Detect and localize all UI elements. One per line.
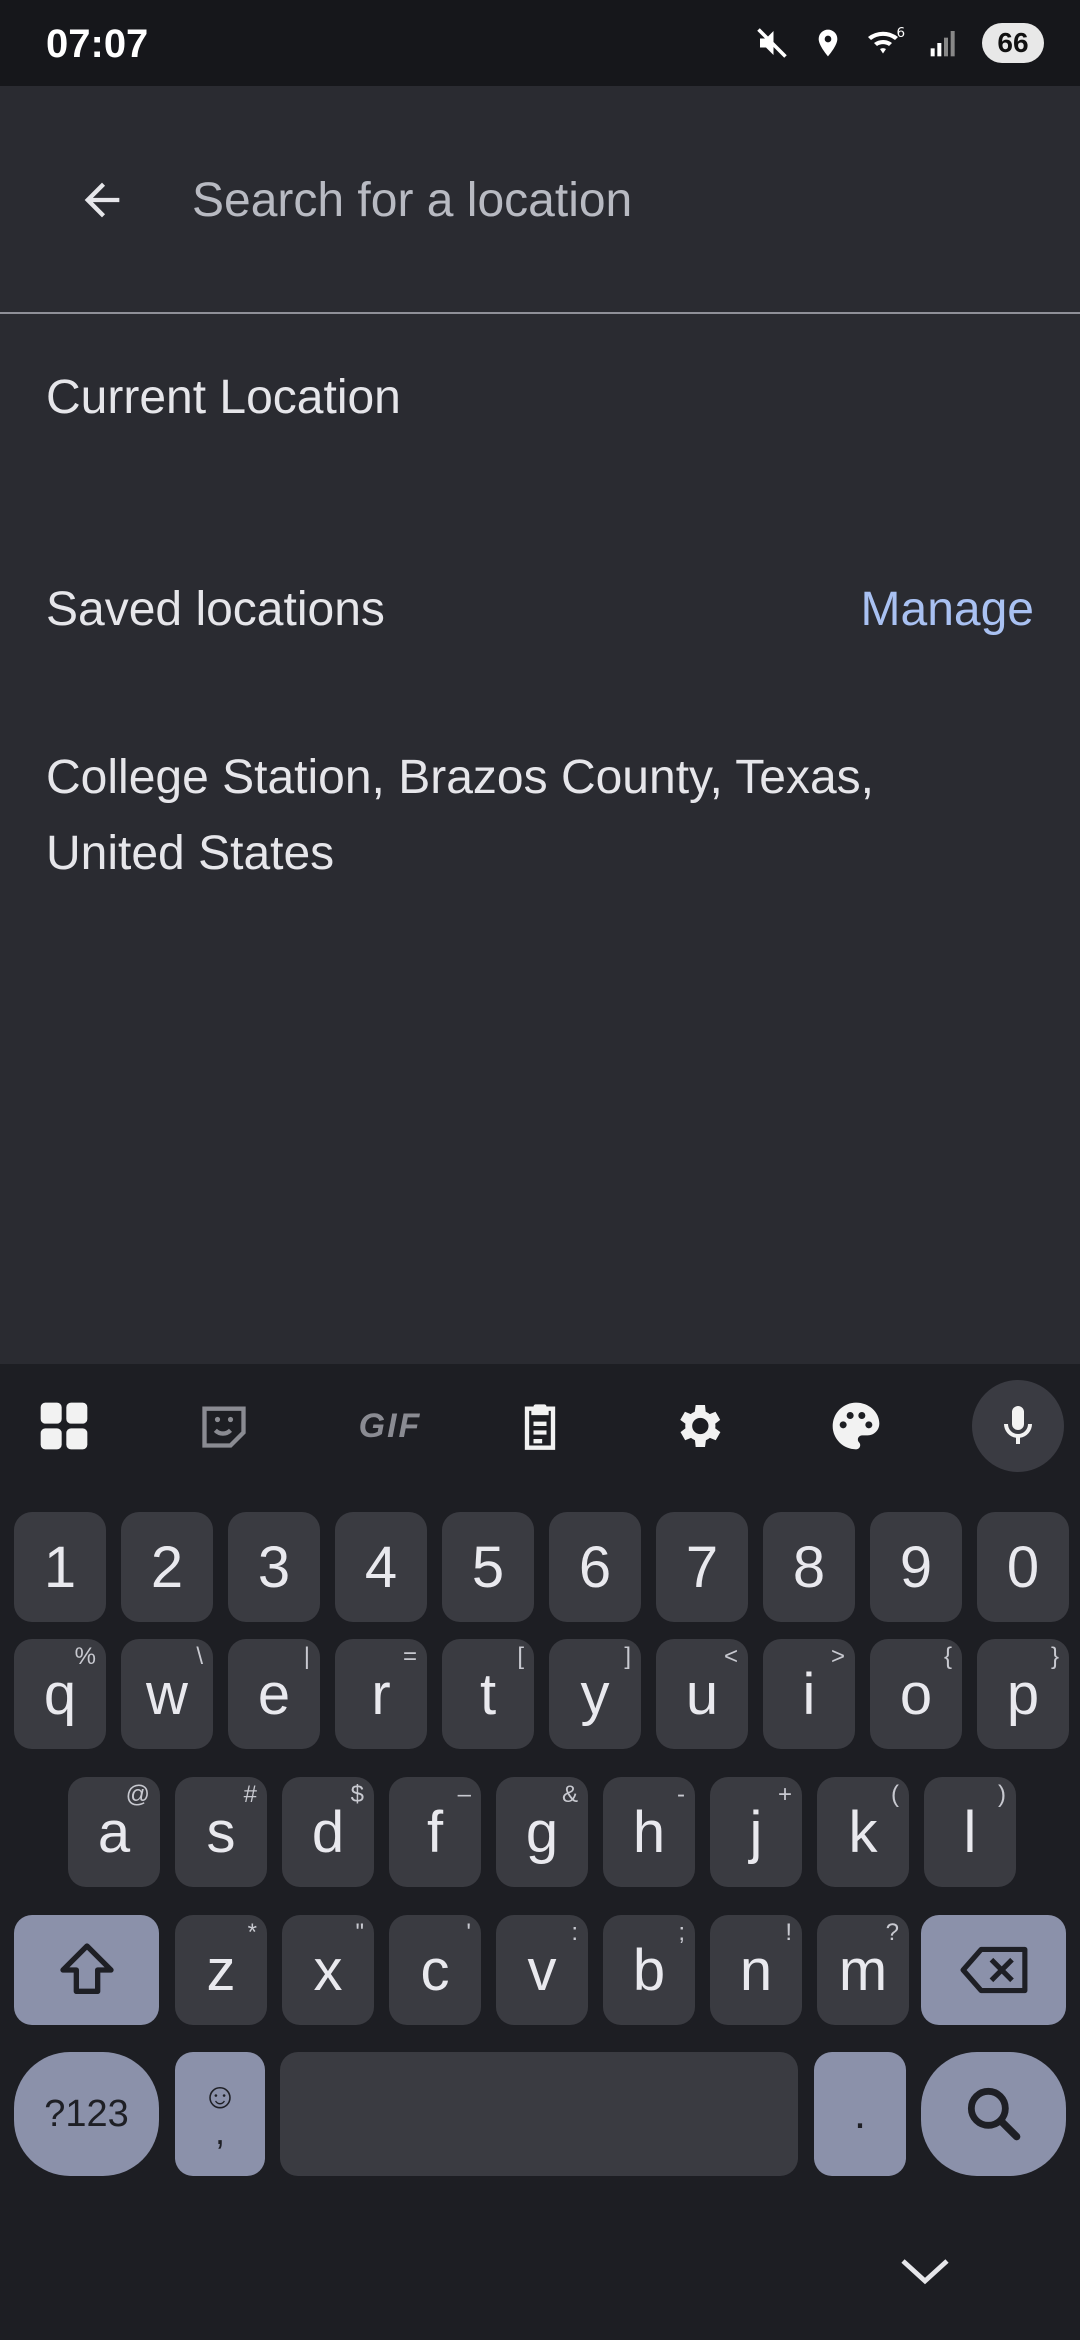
key-v[interactable]: v: — [496, 1915, 588, 2025]
key-3[interactable]: 3 — [228, 1512, 320, 1622]
symbols-key[interactable]: ?123 — [14, 2052, 159, 2176]
key-e[interactable]: e | — [228, 1639, 320, 1749]
key-x[interactable]: x " — [282, 1915, 374, 2025]
key-b[interactable]: b; — [603, 1915, 695, 2025]
saved-location-item[interactable]: College Station, Brazos County, Texas, U… — [46, 740, 1026, 892]
backspace-key[interactable] — [921, 1915, 1066, 2025]
key-q[interactable]: q% — [14, 1639, 106, 1749]
key-y[interactable]: y] — [549, 1639, 641, 1749]
key-w[interactable]: w \ — [121, 1639, 213, 1749]
wifi-icon: 6 — [866, 25, 906, 61]
key-u[interactable]: u < — [656, 1639, 748, 1749]
key-1[interactable]: 1 — [14, 1512, 106, 1622]
shift-icon — [59, 1943, 114, 1994]
key-j[interactable]: j + — [710, 1777, 802, 1887]
back-button[interactable] — [66, 164, 138, 236]
key-h[interactable]: h- — [603, 1777, 695, 1887]
apps-grid-icon[interactable] — [24, 1386, 104, 1466]
key-6[interactable]: 6 — [549, 1512, 641, 1622]
key-t[interactable]: t[ — [442, 1639, 534, 1749]
key-f[interactable]: f – — [389, 1777, 481, 1887]
status-icons: 6 66 — [754, 20, 1044, 66]
gif-icon[interactable]: GIF — [340, 1386, 440, 1466]
keyboard-toolbar: GIF — [0, 1364, 1080, 1488]
key-8[interactable]: 8 — [763, 1512, 855, 1622]
key-9[interactable]: 9 — [870, 1512, 962, 1622]
search-input[interactable] — [192, 164, 1012, 236]
hide-keyboard-button[interactable] — [890, 2236, 960, 2306]
saved-locations-header: Saved locations — [46, 583, 385, 636]
key-z[interactable]: z * — [175, 1915, 267, 2025]
key-0[interactable]: 0 — [977, 1512, 1069, 1622]
chevron-down-icon — [901, 2259, 949, 2285]
key-o[interactable]: o{ — [870, 1639, 962, 1749]
key-s[interactable]: s # — [175, 1777, 267, 1887]
mute-icon — [754, 25, 790, 61]
gif-label: GIF — [358, 1406, 422, 1445]
space-bar[interactable] — [280, 2052, 798, 2176]
keyboard: GIF 1 2 3 4 5 6 7 8 9 0 q% w \ e | r = t[ y… — [0, 1364, 1080, 2340]
shift-key[interactable] — [14, 1915, 159, 2025]
arrow-back-icon — [84, 182, 120, 218]
divider — [0, 312, 1080, 314]
period-key[interactable]: . — [814, 2052, 906, 2176]
emoji-comma-key[interactable]: ☺ , — [175, 2052, 265, 2176]
current-location-item[interactable]: Current Location — [46, 370, 401, 425]
search-icon — [967, 2087, 1020, 2141]
key-4[interactable]: 4 — [335, 1512, 427, 1622]
status-bar: 07:07 6 66 — [0, 0, 1080, 86]
search-bar — [0, 86, 1080, 312]
gear-icon[interactable] — [658, 1386, 738, 1466]
key-2[interactable]: 2 — [121, 1512, 213, 1622]
sticker-icon[interactable] — [184, 1386, 264, 1466]
key-7[interactable]: 7 — [656, 1512, 748, 1622]
status-time: 07:07 — [46, 22, 149, 66]
microphone-icon — [1004, 1406, 1032, 1444]
key-5[interactable]: 5 — [442, 1512, 534, 1622]
palette-icon[interactable] — [816, 1386, 896, 1466]
backspace-icon — [960, 1946, 1027, 1994]
key-k[interactable]: k( — [817, 1777, 909, 1887]
signal-icon — [928, 27, 960, 59]
microphone-button[interactable] — [972, 1380, 1064, 1472]
key-d[interactable]: d $ — [282, 1777, 374, 1887]
location-pin-icon — [812, 25, 844, 61]
manage-link[interactable]: Manage — [861, 582, 1034, 637]
key-l[interactable]: l) — [924, 1777, 1016, 1887]
key-a[interactable]: a @ — [68, 1777, 160, 1887]
key-n[interactable]: n! — [710, 1915, 802, 2025]
key-m[interactable]: m? — [817, 1915, 909, 2025]
key-p[interactable]: p} — [977, 1639, 1069, 1749]
battery-indicator: 66 — [982, 23, 1044, 63]
svg-text:6: 6 — [897, 25, 906, 41]
clipboard-icon[interactable] — [500, 1386, 580, 1466]
key-g[interactable]: g & — [496, 1777, 588, 1887]
key-i[interactable]: i > — [763, 1639, 855, 1749]
emoji-icon: ☺ — [201, 2075, 239, 2116]
key-c[interactable]: c ' — [389, 1915, 481, 2025]
comma-label: , — [214, 2111, 225, 2152]
search-key[interactable] — [921, 2052, 1066, 2176]
key-r[interactable]: r = — [335, 1639, 427, 1749]
